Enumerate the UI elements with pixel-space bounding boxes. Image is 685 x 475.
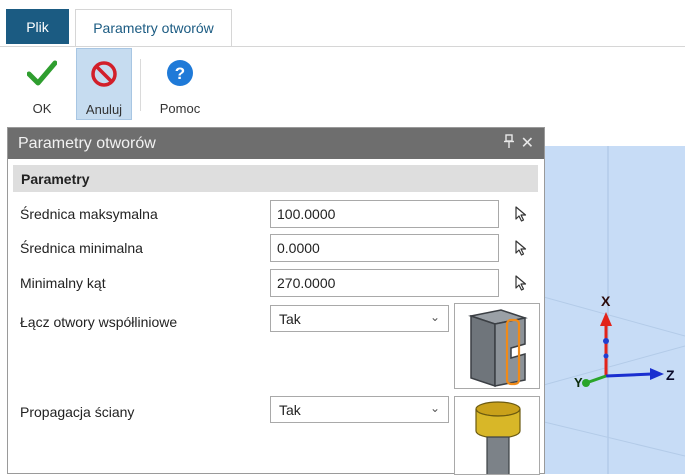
pick-cursor-icon[interactable] (514, 240, 528, 256)
max-diameter-label: Średnica maksymalna (20, 206, 158, 222)
help-button[interactable]: ? Pomoc (150, 48, 210, 120)
face-propagation-value: Tak (279, 401, 301, 418)
join-coaxial-holes-select[interactable]: Tak ⌄ (270, 305, 449, 332)
ribbon-separator (140, 59, 141, 111)
chevron-down-icon: ⌄ (429, 401, 440, 415)
cancel-button[interactable]: Anuluj (76, 48, 132, 120)
tab-file[interactable]: Plik (6, 9, 69, 44)
max-diameter-input[interactable]: 100.0000 (270, 200, 499, 228)
min-angle-label: Minimalny kąt (20, 275, 106, 291)
pick-cursor-icon[interactable] (514, 206, 528, 222)
min-diameter-input[interactable]: 0.0000 (270, 234, 499, 262)
ok-button[interactable]: OK (18, 48, 66, 120)
checkmark-icon (26, 57, 58, 89)
join-coaxial-holes-value: Tak (279, 310, 301, 327)
pin-icon[interactable] (504, 134, 514, 151)
ribbon-toolbar: OK Anuluj ? Pomoc (0, 47, 685, 123)
axis-label-y: Y (574, 375, 583, 390)
hole-parameters-panel: Parametry otworów ✕ Parametry Średnica m… (7, 127, 545, 475)
face-propagation-label: Propagacja ściany (20, 404, 135, 420)
min-angle-input[interactable]: 270.0000 (270, 269, 499, 297)
cancel-label: Anuluj (85, 102, 123, 117)
axis-triad (582, 312, 664, 387)
ribbon-tab-bar: Plik Parametry otworów (0, 0, 685, 47)
tab-hole-parameters[interactable]: Parametry otworów (75, 9, 232, 46)
cancel-icon (88, 58, 120, 90)
ok-label: OK (32, 101, 52, 116)
svg-text:?: ? (175, 64, 185, 83)
help-label: Pomoc (159, 101, 201, 116)
3d-viewport[interactable]: X Z Y (540, 146, 685, 474)
panel-title-bar: Parametry otworów ✕ (8, 128, 544, 159)
face-propagation-preview-image (454, 396, 540, 475)
axis-label-z: Z (666, 367, 675, 383)
panel-title: Parametry otworów (18, 134, 156, 152)
min-diameter-label: Średnica minimalna (20, 240, 143, 256)
chevron-down-icon: ⌄ (429, 310, 440, 324)
coaxial-holes-preview-image (454, 303, 540, 389)
section-header-parameters: Parametry (13, 165, 538, 192)
help-icon: ? (164, 57, 196, 89)
pick-cursor-icon[interactable] (514, 275, 528, 291)
close-icon[interactable]: ✕ (521, 133, 534, 153)
axis-label-x: X (601, 293, 611, 309)
join-coaxial-holes-label: Łącz otwory współliniowe (20, 314, 178, 330)
face-propagation-select[interactable]: Tak ⌄ (270, 396, 449, 423)
